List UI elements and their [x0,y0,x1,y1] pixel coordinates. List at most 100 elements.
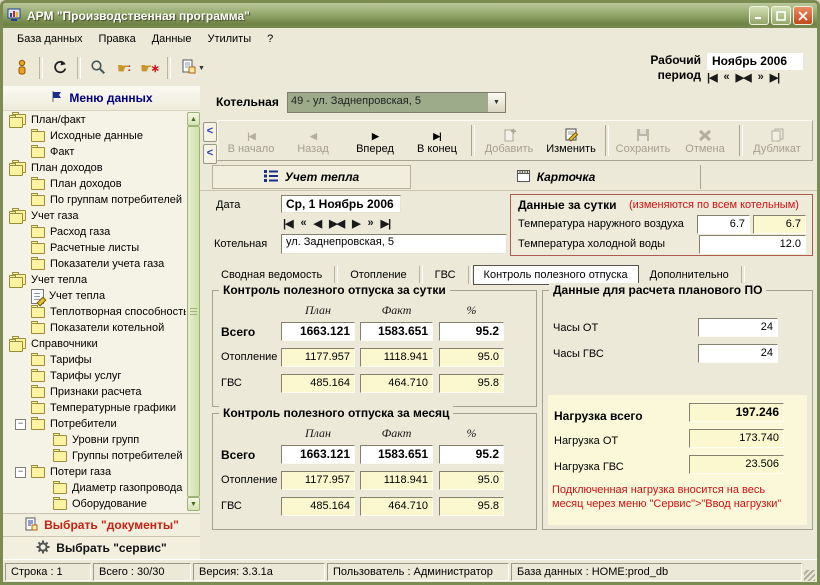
load-gvs-field[interactable]: 23.506 [689,455,784,474]
close-button[interactable] [793,6,813,25]
tree-item-source-data[interactable]: Исходные данные [5,128,186,144]
sidebar-scrollbar[interactable]: ▲ ▼ [187,112,200,511]
date-next-button[interactable]: ▶ [352,217,359,230]
gvs-plan-field-month[interactable]: 485.164 [281,497,355,516]
heating-fact-field[interactable]: 1118.941 [360,348,433,367]
subtab-summary[interactable]: Сводная ведомость [210,265,333,285]
tab-heat-accounting[interactable]: Учет тепла [212,165,411,189]
water-temp-field[interactable]: 12.0 [699,235,806,254]
period-first-button[interactable]: |◀ [707,71,717,84]
hours-gvs-field[interactable]: 24 [698,344,778,363]
total-pct-field[interactable]: 95.2 [439,322,504,341]
menu-item-data[interactable]: Данные [144,31,200,47]
tree-item-calorific-value[interactable]: Теплотворная способность [5,304,186,320]
minimize-button[interactable] [749,6,769,25]
total-fact-field-month[interactable]: 1583.651 [360,445,433,464]
tree-item-tariffs[interactable]: Тарифы [5,352,186,368]
menu-item-utilities[interactable]: Утилиты [199,31,259,47]
load-ot-field[interactable]: 173.740 [689,429,784,448]
gvs-pct-field-month[interactable]: 95.8 [439,497,504,516]
choose-service-button[interactable]: Выбрать "сервис" [3,536,200,559]
subtab-gvs[interactable]: ГВС [424,265,467,285]
menu-item-edit[interactable]: Правка [91,31,144,47]
tree-item-equipment[interactable]: Оборудование [5,496,186,511]
record-edit-button[interactable]: Изменить [540,122,602,159]
tree-item-gas-accounting[interactable]: Учет газа [5,208,186,224]
collapse-minus-icon[interactable]: − [15,467,26,478]
collapse-left-icon[interactable]: < [203,122,217,142]
choose-documents-button[interactable]: Выбрать "документы" [3,513,200,536]
hours-ot-field[interactable]: 24 [698,318,778,337]
tree-item-income-plan[interactable]: План доходов [5,160,186,176]
boiler-select-combo[interactable]: 49 - ул. Заднепровская, 5 ▼ [287,92,506,113]
gvs-fact-field[interactable]: 464.710 [360,374,433,393]
working-period-value[interactable]: Ноябрь 2006 [707,53,803,70]
date-last-button[interactable]: ▶| [381,217,391,230]
period-prev-button[interactable]: « [724,71,729,84]
date-fast-next-button[interactable]: » [368,217,373,230]
date-first-button[interactable]: |◀ [283,217,293,230]
menu-item-database[interactable]: База данных [9,31,91,47]
total-plan-field[interactable]: 1663.121 [281,322,355,341]
period-next-button[interactable]: » [758,71,763,84]
record-forward-button[interactable]: ▶Вперед [344,122,406,159]
heating-pct-field-month[interactable]: 95.0 [439,471,504,490]
tree-item-calc-signs[interactable]: Признаки расчета [5,384,186,400]
tree-item-service-tariffs[interactable]: Тарифы услуг [5,368,186,384]
total-fact-field[interactable]: 1583.651 [360,322,433,341]
collapse-left-icon[interactable]: < [203,144,217,164]
period-current-button[interactable]: ▶◀ [736,71,751,84]
tree-item-pipe-diameter[interactable]: Диаметр газопровода [5,480,186,496]
heating-plan-field-month[interactable]: 1177.957 [281,471,355,490]
record-back-button[interactable]: ◀Назад [282,122,344,159]
tree-item-directories[interactable]: Справочники [5,336,186,352]
date-prev-button[interactable]: ◀ [314,217,321,230]
tree-item-plan-fact[interactable]: План/факт [5,112,186,128]
scroll-down-button[interactable]: ▼ [187,497,200,511]
total-pct-field-month[interactable]: 95.2 [439,445,504,464]
subtab-additional[interactable]: Дополнительно [639,265,740,285]
total-plan-field-month[interactable]: 1663.121 [281,445,355,464]
load-total-field[interactable]: 197.246 [689,403,784,422]
date-fast-prev-button[interactable]: « [301,217,306,230]
record-save-button[interactable]: Сохранить [612,122,674,159]
tree-item-gas-consumption[interactable]: Расход газа [5,224,186,240]
tree-item-fact[interactable]: Факт [5,144,186,160]
exit-button[interactable] [9,55,35,81]
maximize-button[interactable] [771,6,791,25]
tree-item-consumers[interactable]: −Потребители [5,416,186,432]
heating-plan-field[interactable]: 1177.957 [281,348,355,367]
gvs-fact-field-month[interactable]: 464.710 [360,497,433,516]
date-field[interactable]: Ср, 1 Ноябрь 2006 [281,195,401,213]
heating-pct-field[interactable]: 95.0 [439,348,504,367]
air-temp-field-2[interactable]: 6.7 [753,215,806,234]
resize-grip[interactable] [804,570,815,581]
period-last-button[interactable]: ▶| [770,71,780,84]
gvs-pct-field[interactable]: 95.8 [439,374,504,393]
tab-card[interactable]: Карточка [412,165,701,189]
tree-item-gas-losses[interactable]: −Потери газа [5,464,186,480]
date-today-button[interactable]: ▶◀ [329,217,344,230]
air-temp-field-1[interactable]: 6.7 [697,215,750,234]
tree-item-income-plan-sub[interactable]: План доходов [5,176,186,192]
tree-item-group-levels[interactable]: Уровни групп [5,432,186,448]
tree-item-consumer-groups-report[interactable]: По группам потребителей [5,192,186,208]
refresh-button[interactable] [47,55,73,81]
tree-item-heat-accounting[interactable]: Учет тепла [5,272,186,288]
scroll-thumb[interactable] [187,126,200,497]
search-button[interactable] [85,55,111,81]
boiler-field[interactable]: ул. Заднепровская, 5 [281,234,507,254]
record-cancel-button[interactable]: Отмена [674,122,736,159]
goto-record-button[interactable]: ☛: [111,55,137,81]
tree-item-consumer-groups[interactable]: Группы потребителей [5,448,186,464]
menu-item-help[interactable]: ? [259,31,281,47]
combo-dropdown-button[interactable]: ▼ [487,93,505,112]
record-last-button[interactable]: ▶|В конец [406,122,468,159]
record-add-button[interactable]: Добавить [478,122,540,159]
record-duplicate-button[interactable]: Дубликат [746,122,808,159]
record-first-button[interactable]: |◀В начало [220,122,282,159]
scroll-up-button[interactable]: ▲ [187,112,200,126]
tree-item-temperature-charts[interactable]: Температурные графики [5,400,186,416]
heating-fact-field-month[interactable]: 1118.941 [360,471,433,490]
tree-item-boiler-indicators[interactable]: Показатели котельной [5,320,186,336]
